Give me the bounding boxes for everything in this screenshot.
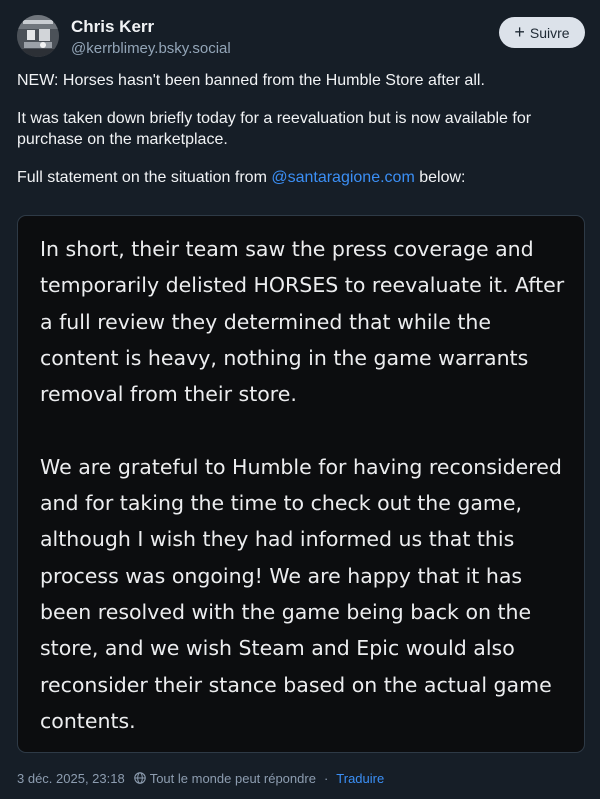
follow-label: Suivre bbox=[529, 24, 570, 41]
statement-paragraph: We are grateful to Humble for having rec… bbox=[40, 454, 562, 733]
author-handle[interactable]: @kerrblimey.bsky.social bbox=[71, 40, 231, 57]
post-text-segment: Full statement on the situation from bbox=[17, 169, 272, 186]
post: Chris Kerr @kerrblimey.bsky.social + Sui… bbox=[0, 0, 600, 799]
post-meta: 3 déc. 2025, 23:18 Tout le monde peut ré… bbox=[17, 770, 384, 786]
reply-setting[interactable]: Tout le monde peut répondre bbox=[150, 771, 316, 786]
post-text: NEW: Horses hasn't been banned from the … bbox=[17, 70, 583, 205]
statement-paragraph: In short, their team saw the press cover… bbox=[40, 237, 565, 407]
mention-link[interactable]: @santaragione.com bbox=[271, 169, 414, 186]
post-paragraph: It was taken down briefly today for a re… bbox=[17, 110, 532, 148]
post-paragraph: NEW: Horses hasn't been banned from the … bbox=[17, 72, 485, 89]
post-paragraph: Full statement on the situation from @sa… bbox=[17, 167, 583, 188]
plus-icon: + bbox=[514, 22, 525, 42]
timestamp[interactable]: 3 déc. 2025, 23:18 bbox=[17, 771, 125, 786]
follow-button[interactable]: + Suivre bbox=[499, 17, 585, 48]
avatar[interactable] bbox=[17, 15, 59, 57]
translate-link[interactable]: Traduire bbox=[336, 771, 384, 786]
author-name[interactable]: Chris Kerr bbox=[71, 17, 154, 37]
separator: · bbox=[323, 770, 329, 786]
globe-icon bbox=[133, 772, 146, 784]
avatar-photo bbox=[17, 15, 59, 57]
post-text-segment: below: bbox=[414, 169, 466, 186]
embedded-image[interactable]: In short, their team saw the press cover… bbox=[17, 215, 585, 753]
embedded-statement: In short, their team saw the press cover… bbox=[40, 231, 570, 752]
